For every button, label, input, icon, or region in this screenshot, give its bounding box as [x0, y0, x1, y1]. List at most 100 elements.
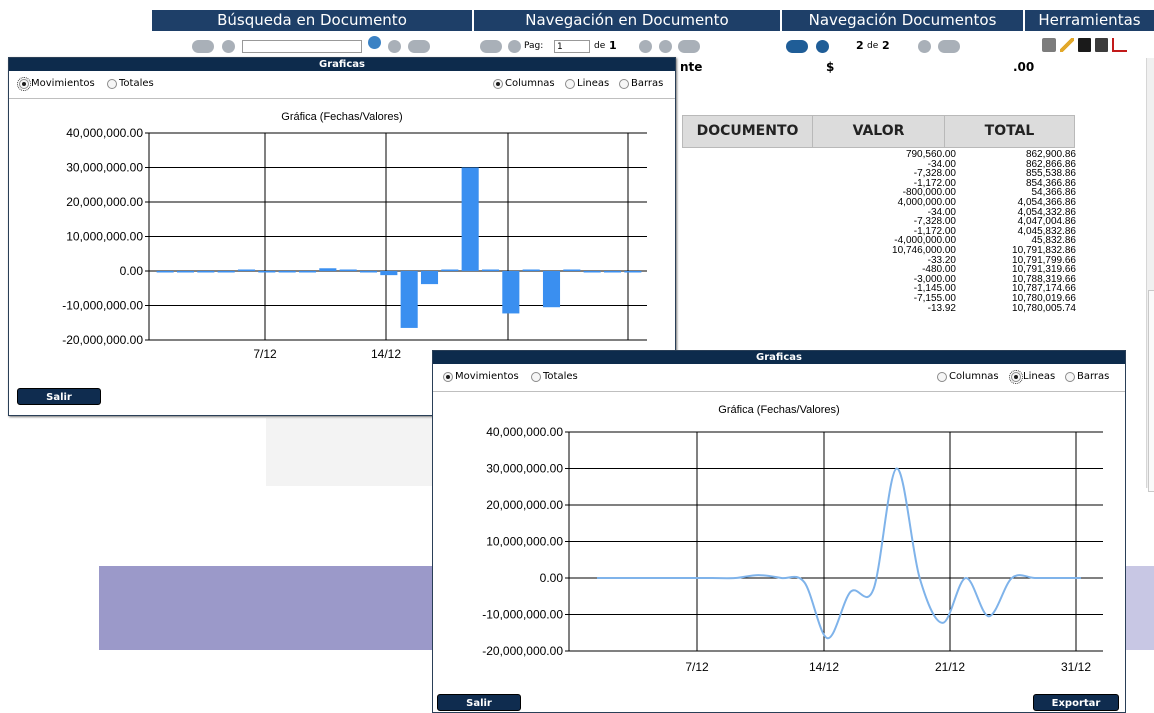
- next-doc-button[interactable]: [918, 40, 931, 53]
- bar: [603, 271, 622, 273]
- x-tick-label: 7/12: [253, 347, 277, 361]
- menu-navegacion-documentos[interactable]: Navegación Documentos: [782, 10, 1025, 31]
- valor-cell: -13.92: [927, 302, 956, 314]
- bar: [176, 271, 195, 273]
- label-totales: Totales: [119, 78, 154, 89]
- first-page-button[interactable]: [480, 40, 502, 53]
- prev-page-button[interactable]: [508, 40, 521, 53]
- background-band-right: [1126, 566, 1154, 650]
- document-view: nte $ .00 DOCUMENTO VALOR TOTAL 790,560.…: [676, 58, 1146, 348]
- divider: [433, 391, 1125, 392]
- total-cell: 10,780,005.74: [1012, 302, 1076, 314]
- chart-title: Gráfica (Fechas/Valores): [718, 404, 840, 416]
- total-column: 862,900.86 862,866.86 855,538.86 854,366.86…: [976, 150, 1076, 313]
- y-tick-label: -20,000,000.00: [482, 644, 563, 658]
- save-icon[interactable]: [1078, 38, 1091, 52]
- bar: [156, 271, 174, 273]
- label-lineas: Lineas: [577, 78, 610, 89]
- first-doc-button[interactable]: [786, 40, 808, 53]
- option-lineas[interactable]: Lineas: [1009, 369, 1056, 384]
- line-chart: -20,000,000.00 -10,000,000.00 0.00 10,000,0…: [482, 425, 1103, 674]
- y-tick-label: 30,000,000.00: [486, 462, 563, 476]
- radio-lineas[interactable]: [1009, 369, 1023, 384]
- label-lineas: Lineas: [1023, 371, 1056, 382]
- printer-icon[interactable]: [1042, 38, 1056, 52]
- option-movimientos[interactable]: Movimientos: [443, 371, 519, 382]
- background-panel: [266, 418, 434, 486]
- option-barras[interactable]: Barras: [1065, 371, 1109, 382]
- option-lineas[interactable]: Lineas: [565, 78, 609, 89]
- radio-barras[interactable]: [619, 78, 629, 89]
- radio-columnas[interactable]: [493, 78, 503, 89]
- doc-of-label: de: [867, 41, 879, 51]
- col-documento: DOCUMENTO: [682, 115, 813, 148]
- bar: [461, 167, 479, 271]
- search-icon[interactable]: [368, 36, 381, 49]
- bar: [278, 271, 296, 273]
- last-result-button[interactable]: [408, 40, 430, 53]
- y-tick-label: -10,000,000.00: [62, 299, 143, 313]
- bar: [298, 271, 317, 273]
- radio-barras[interactable]: [1065, 371, 1075, 382]
- option-movimientos[interactable]: Movimientos: [17, 76, 95, 91]
- bar: [339, 269, 357, 271]
- toolbar: Pag: de 1 2 de 2: [152, 34, 1154, 58]
- bar: [522, 269, 540, 271]
- chart-title: Gráfica (Fechas/Valores): [281, 111, 403, 123]
- next-result-button[interactable]: [388, 40, 401, 53]
- bar: [197, 271, 215, 273]
- export-icon[interactable]: [1095, 38, 1108, 52]
- salir-button[interactable]: Salir: [437, 694, 521, 711]
- radio-totales[interactable]: [107, 78, 117, 89]
- bar: [258, 271, 276, 273]
- chart-options: Movimientos Totales Columnas Lineas Barr…: [15, 75, 669, 95]
- option-totales[interactable]: Totales: [107, 78, 154, 89]
- partial-row-label: nte: [680, 60, 703, 74]
- scrollbar[interactable]: [1146, 58, 1154, 492]
- radio-columnas[interactable]: [937, 371, 947, 382]
- label-movimientos: Movimientos: [455, 371, 519, 382]
- col-valor: VALOR: [812, 115, 945, 148]
- page-input[interactable]: [554, 40, 590, 53]
- chart-icon[interactable]: [1112, 38, 1127, 52]
- y-tick-label: 40,000,000.00: [486, 425, 563, 439]
- label-columnas: Columnas: [949, 371, 999, 382]
- radio-lineas[interactable]: [565, 78, 575, 89]
- graficas-window-lines: Graficas Movimientos Totales Columnas Li…: [432, 350, 1126, 713]
- col-total: TOTAL: [944, 115, 1075, 148]
- option-columnas[interactable]: Columnas: [493, 78, 555, 89]
- bar: [217, 271, 235, 273]
- bar: [420, 271, 439, 285]
- first-result-button[interactable]: [192, 40, 214, 53]
- last-doc-button[interactable]: [938, 40, 960, 53]
- y-tick-label: 10,000,000.00: [486, 535, 563, 549]
- window-title: Graficas: [9, 58, 675, 71]
- y-tick-label: 30,000,000.00: [66, 161, 143, 175]
- bar: [563, 269, 581, 271]
- prev-result-button[interactable]: [222, 40, 235, 53]
- search-input[interactable]: [242, 40, 362, 53]
- exportar-button[interactable]: Exportar: [1033, 694, 1119, 711]
- radio-movimientos[interactable]: [17, 76, 31, 91]
- page-label: Pag:: [524, 41, 544, 51]
- radio-movimientos[interactable]: [443, 371, 453, 382]
- radio-totales[interactable]: [531, 371, 541, 382]
- scrollbar-thumb[interactable]: [1148, 290, 1154, 492]
- bar: [624, 271, 642, 273]
- option-barras[interactable]: Barras: [619, 78, 663, 89]
- menu-busqueda[interactable]: Búsqueda en Documento: [152, 10, 474, 31]
- partial-row-value: .00: [1013, 60, 1035, 74]
- menu-navegacion-documento[interactable]: Navegación en Documento: [474, 10, 782, 31]
- menu-herramientas[interactable]: Herramientas: [1025, 10, 1154, 31]
- next-page-button[interactable]: [659, 40, 672, 53]
- last-page-button[interactable]: [678, 40, 700, 53]
- option-totales[interactable]: Totales: [531, 371, 578, 382]
- prev-doc-button[interactable]: [816, 40, 829, 53]
- x-tick-label: 7/12: [685, 660, 709, 674]
- bar: [237, 269, 256, 271]
- pencil-icon[interactable]: [1060, 38, 1074, 52]
- option-columnas[interactable]: Columnas: [937, 371, 999, 382]
- chart-options: Movimientos Totales Columnas Lineas Barr…: [439, 368, 1119, 388]
- salir-button[interactable]: Salir: [17, 388, 101, 405]
- go-page-button[interactable]: [639, 40, 652, 53]
